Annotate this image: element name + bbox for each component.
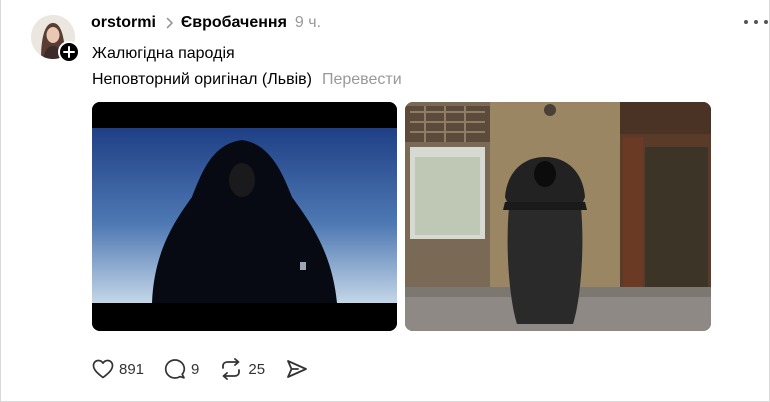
more-options-icon[interactable] — [744, 14, 768, 30]
reply-count: 9 — [191, 360, 200, 378]
repost-icon — [222, 358, 241, 380]
username-link[interactable]: orstormi — [91, 14, 156, 32]
reply-button[interactable]: 9 — [164, 358, 199, 380]
post-header: orstormi Євробачення 9 ч. — [91, 12, 321, 34]
chevron-right-icon — [166, 17, 174, 29]
comment-icon — [164, 359, 186, 379]
more-dot — [754, 20, 758, 24]
post-image-1[interactable] — [92, 102, 397, 331]
repost-button[interactable]: 25 — [219, 358, 265, 380]
heart-icon — [92, 359, 114, 379]
post-time[interactable]: 9 ч. — [295, 14, 321, 32]
post-actions: 891 9 25 — [92, 356, 334, 382]
follow-plus-icon[interactable] — [58, 41, 80, 63]
like-count: 891 — [119, 360, 145, 378]
post-image-2[interactable] — [405, 102, 711, 331]
post-text-line2-row: Неповторний оригінал (Львів) Перевести — [92, 69, 402, 91]
send-icon — [287, 360, 307, 378]
community-link[interactable]: Євробачення — [181, 14, 287, 32]
more-dot — [764, 20, 768, 24]
repost-count: 25 — [248, 360, 266, 378]
translate-link[interactable]: Перевести — [322, 69, 402, 91]
share-button[interactable] — [285, 358, 314, 380]
more-dot — [744, 20, 748, 24]
like-button[interactable]: 891 — [92, 359, 144, 379]
avatar-container[interactable] — [31, 15, 80, 63]
post-text-line2: Неповторний оригінал (Львів) — [92, 71, 312, 88]
post-text-line1: Жалюгідна пародія — [92, 45, 235, 62]
